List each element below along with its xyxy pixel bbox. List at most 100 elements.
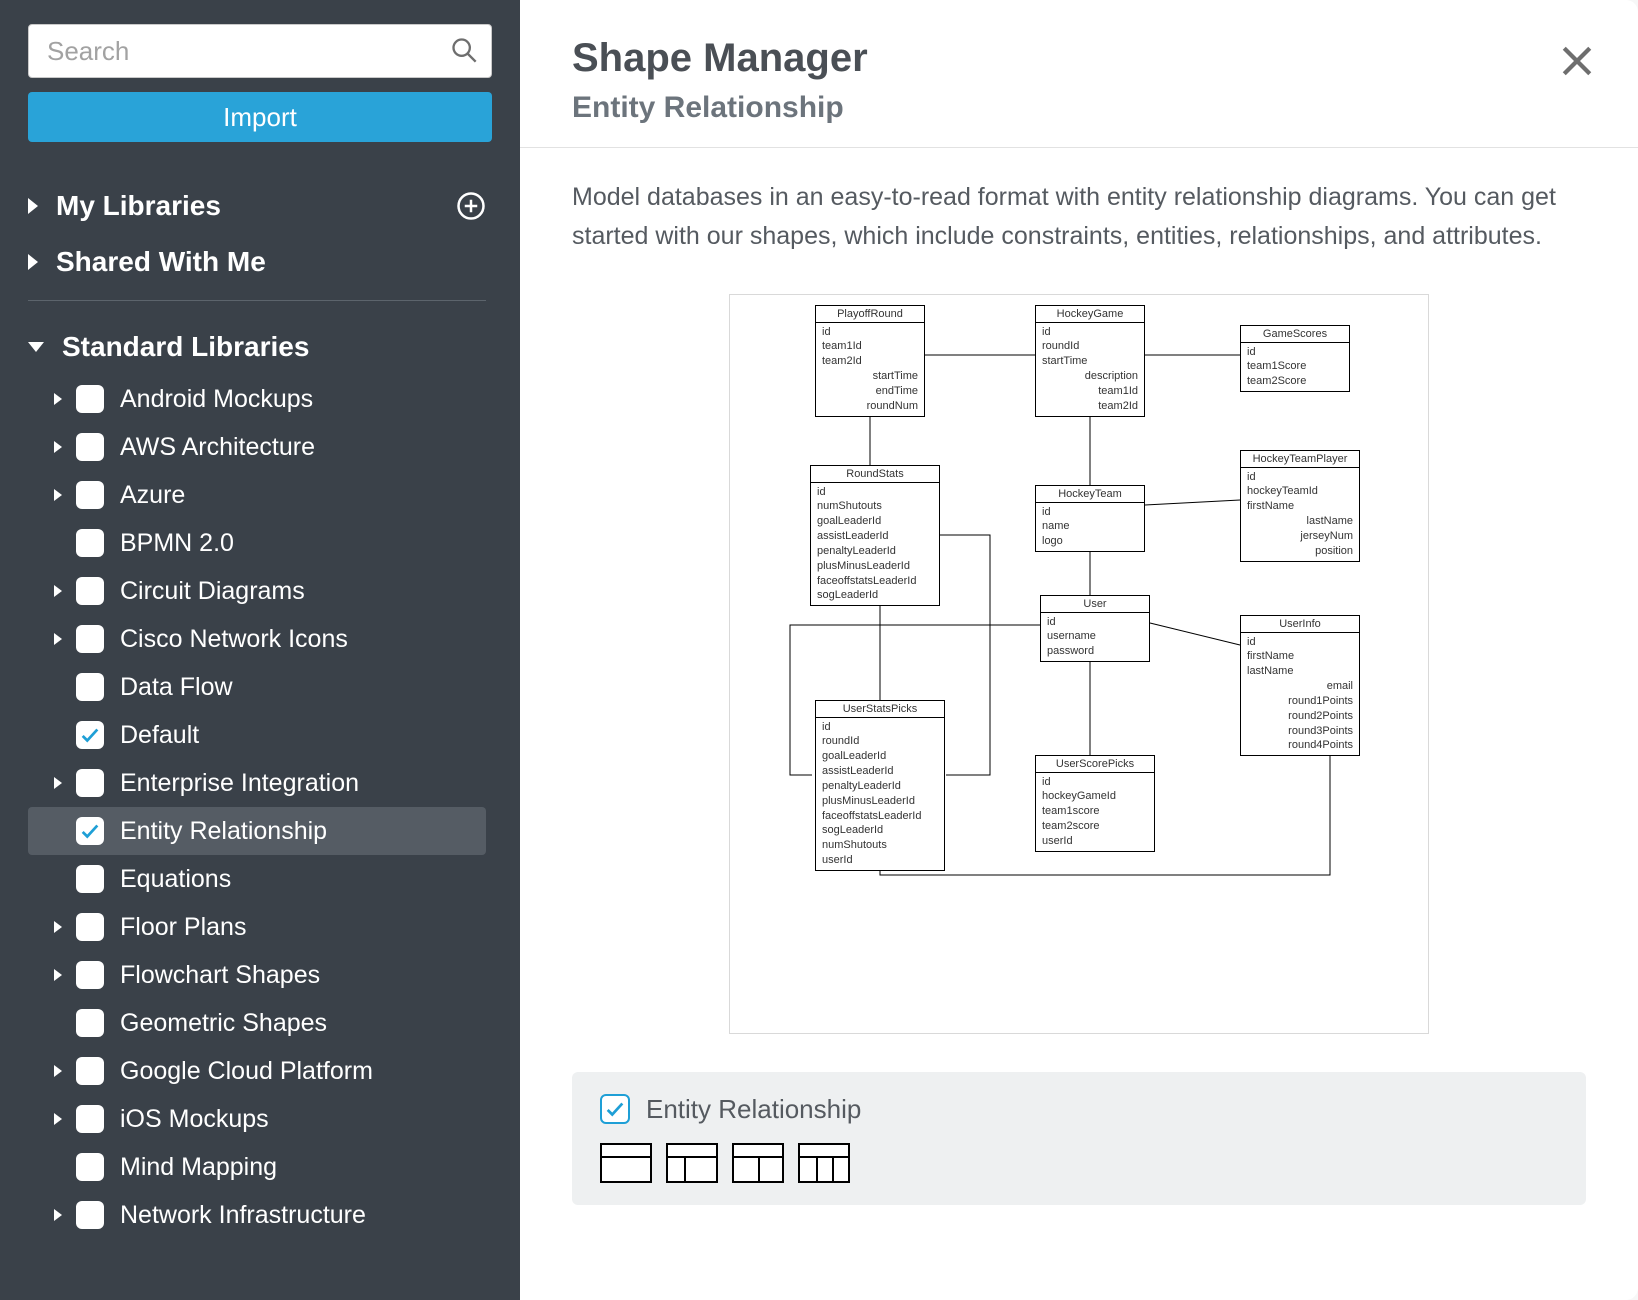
- tree-item[interactable]: Cisco Network Icons: [28, 615, 486, 663]
- tree-item[interactable]: Entity Relationship: [28, 807, 486, 855]
- divider: [520, 147, 1638, 148]
- tree-item[interactable]: Enterprise Integration: [28, 759, 486, 807]
- chevron-right-icon: [54, 585, 62, 597]
- tree-checkbox[interactable]: [76, 529, 104, 557]
- tree-label: AWS Architecture: [120, 433, 315, 462]
- section-label: Shared With Me: [56, 246, 266, 278]
- tree-label: Enterprise Integration: [120, 769, 359, 798]
- tree-item[interactable]: Floor Plans: [28, 903, 486, 951]
- tree-item[interactable]: Geometric Shapes: [28, 999, 486, 1047]
- tree-item[interactable]: BPMN 2.0: [28, 519, 486, 567]
- tree-label: Android Mockups: [120, 385, 313, 414]
- tree-label: Cisco Network Icons: [120, 625, 348, 654]
- plus-circle-icon[interactable]: [456, 191, 486, 221]
- erd-entity: UserScorePicksidhockeyGameIdteam1scorete…: [1035, 755, 1155, 852]
- tree-label: BPMN 2.0: [120, 529, 234, 558]
- tree-label: Data Flow: [120, 673, 233, 702]
- tree-label: Mind Mapping: [120, 1153, 277, 1182]
- description-text: Model databases in an easy-to-read forma…: [572, 178, 1586, 256]
- page-subtitle: Entity Relationship: [572, 91, 1586, 125]
- sidebar-scroller[interactable]: My Libraries Shared With Me Standard Lib…: [28, 178, 492, 1239]
- tree-item[interactable]: Flowchart Shapes: [28, 951, 486, 999]
- shape-thumbnails: [600, 1143, 1558, 1183]
- library-checkbox[interactable]: [600, 1094, 630, 1124]
- library-card-title: Entity Relationship: [646, 1094, 861, 1125]
- tree-checkbox[interactable]: [76, 913, 104, 941]
- erd-entity: UserInfoidfirstNamelastNameemailround1Po…: [1240, 615, 1360, 757]
- tree-checkbox[interactable]: [76, 577, 104, 605]
- tree-item[interactable]: Equations: [28, 855, 486, 903]
- tree-label: iOS Mockups: [120, 1105, 269, 1134]
- section-shared-with-me[interactable]: Shared With Me: [28, 234, 486, 290]
- page-title: Shape Manager: [572, 36, 1586, 81]
- tree-checkbox[interactable]: [76, 721, 104, 749]
- erd-entity: UserStatsPicksidroundIdgoalLeaderIdassis…: [815, 700, 945, 871]
- erd-entity: GameScoresidteam1Scoreteam2Score: [1240, 325, 1350, 393]
- chevron-right-icon: [54, 921, 62, 933]
- chevron-right-icon: [54, 489, 62, 501]
- tree-label: Azure: [120, 481, 185, 510]
- tree-checkbox[interactable]: [76, 1105, 104, 1133]
- tree-checkbox[interactable]: [76, 817, 104, 845]
- shape-thumb-entity-2[interactable]: [666, 1143, 718, 1183]
- tree-item[interactable]: Google Cloud Platform: [28, 1047, 486, 1095]
- shape-thumb-entity[interactable]: [600, 1143, 652, 1183]
- erd-entity: RoundStatsidnumShutoutsgoalLeaderIdassis…: [810, 465, 940, 607]
- tree-item[interactable]: Default: [28, 711, 486, 759]
- tree-checkbox[interactable]: [76, 433, 104, 461]
- shape-thumb-entity-3[interactable]: [732, 1143, 784, 1183]
- chevron-right-icon: [28, 254, 38, 270]
- tree-item[interactable]: Data Flow: [28, 663, 486, 711]
- section-standard-libraries[interactable]: Standard Libraries: [28, 319, 486, 375]
- main-panel: Shape Manager Entity Relationship Model …: [520, 0, 1638, 1300]
- tree-label: Network Infrastructure: [120, 1201, 366, 1230]
- tree-checkbox[interactable]: [76, 961, 104, 989]
- chevron-right-icon: [54, 1065, 62, 1077]
- tree-checkbox[interactable]: [76, 673, 104, 701]
- library-card: Entity Relationship: [572, 1072, 1586, 1205]
- tree-item[interactable]: iOS Mockups: [28, 1095, 486, 1143]
- tree-checkbox[interactable]: [76, 625, 104, 653]
- chevron-right-icon: [54, 633, 62, 645]
- close-icon[interactable]: [1560, 44, 1594, 78]
- tree-item[interactable]: AWS Architecture: [28, 423, 486, 471]
- import-button[interactable]: Import: [28, 92, 492, 142]
- tree-checkbox[interactable]: [76, 769, 104, 797]
- tree-checkbox[interactable]: [76, 1057, 104, 1085]
- chevron-right-icon: [54, 393, 62, 405]
- tree-checkbox[interactable]: [76, 1201, 104, 1229]
- tree-label: Geometric Shapes: [120, 1009, 327, 1038]
- tree-label: Equations: [120, 865, 231, 894]
- chevron-down-icon: [28, 342, 44, 352]
- chevron-right-icon: [54, 441, 62, 453]
- chevron-right-icon: [54, 969, 62, 981]
- tree-checkbox[interactable]: [76, 1009, 104, 1037]
- tree-item[interactable]: Android Mockups: [28, 375, 486, 423]
- tree-checkbox[interactable]: [76, 481, 104, 509]
- divider: [28, 300, 486, 301]
- tree-label: Entity Relationship: [120, 817, 327, 846]
- tree-label: Flowchart Shapes: [120, 961, 320, 990]
- library-tree: Android Mockups AWS Architecture Azure BPMN…: [28, 375, 486, 1239]
- sidebar: Import My Libraries Shared With Me Stand…: [0, 0, 520, 1300]
- spacer: [54, 537, 62, 549]
- tree-label: Circuit Diagrams: [120, 577, 305, 606]
- erd-entity: HockeyTeamidnamelogo: [1035, 485, 1145, 553]
- tree-checkbox[interactable]: [76, 865, 104, 893]
- tree-item[interactable]: Azure: [28, 471, 486, 519]
- section-my-libraries[interactable]: My Libraries: [28, 178, 486, 234]
- section-label: Standard Libraries: [62, 331, 309, 363]
- chevron-right-icon: [54, 1113, 62, 1125]
- spacer: [54, 729, 62, 741]
- spacer: [54, 1017, 62, 1029]
- chevron-right-icon: [28, 198, 38, 214]
- spacer: [54, 825, 62, 837]
- tree-checkbox[interactable]: [76, 385, 104, 413]
- search-input[interactable]: [28, 24, 492, 78]
- shape-thumb-entity-4[interactable]: [798, 1143, 850, 1183]
- tree-item[interactable]: Circuit Diagrams: [28, 567, 486, 615]
- spacer: [54, 681, 62, 693]
- tree-item[interactable]: Network Infrastructure: [28, 1191, 486, 1239]
- tree-item[interactable]: Mind Mapping: [28, 1143, 486, 1191]
- tree-checkbox[interactable]: [76, 1153, 104, 1181]
